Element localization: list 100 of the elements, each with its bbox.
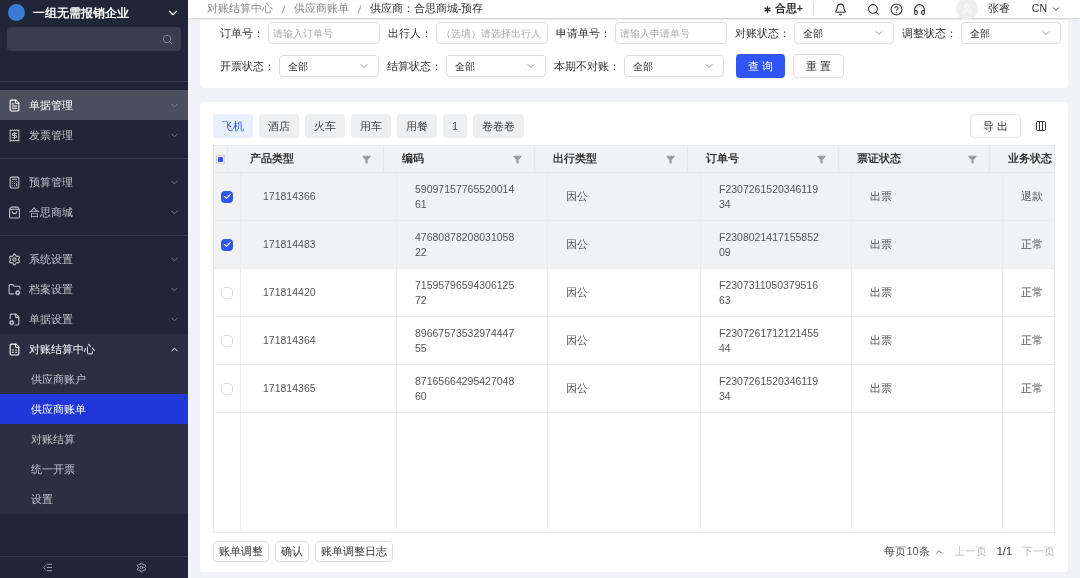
table-cell-text: F230802141715585209 bbox=[719, 229, 820, 260]
page-size-selector[interactable]: 每页10条 bbox=[884, 543, 944, 560]
language-selector[interactable]: CN bbox=[1031, 1, 1061, 17]
row-checkbox[interactable] bbox=[221, 334, 233, 347]
select-field[interactable]: 全部 bbox=[794, 22, 894, 44]
category-tab[interactable]: 用车 bbox=[351, 114, 391, 138]
bell-icon[interactable] bbox=[833, 2, 847, 16]
row-checkbox[interactable] bbox=[221, 190, 233, 203]
gear-icon bbox=[8, 252, 21, 266]
table-row[interactable]: 171814420 7159579659430612572 因公 F230731105037951663 出票 正常 bbox=[214, 269, 1054, 317]
user-name[interactable]: 张睿 bbox=[987, 1, 1010, 17]
table-cell: 正常 bbox=[1021, 237, 1043, 252]
table-cell: 因公 bbox=[566, 381, 588, 396]
sidebar-item[interactable]: 单据设置 bbox=[0, 304, 188, 334]
folder-icon bbox=[8, 282, 21, 296]
breadcrumb-item[interactable]: 供应商账单 bbox=[294, 1, 349, 17]
sidebar-subitem[interactable]: 统一开票 bbox=[0, 454, 188, 484]
input-field[interactable]: （选填）请选择出行人 bbox=[436, 22, 548, 44]
query-button[interactable]: 查 询 bbox=[736, 54, 786, 78]
category-tab[interactable]: 飞机 bbox=[213, 114, 253, 138]
brand-link[interactable]: 合思+ bbox=[761, 1, 803, 17]
filter-label: 申请单号： bbox=[556, 25, 611, 41]
category-tab[interactable]: 1 bbox=[443, 114, 468, 138]
sidebar-item[interactable]: 档案设置 bbox=[0, 274, 188, 304]
sidebar-item[interactable]: 系统设置 bbox=[0, 244, 188, 274]
table-cell-text: 7159579659430612572 bbox=[415, 277, 516, 308]
table-cell: 正常 bbox=[1021, 285, 1043, 300]
export-button[interactable]: 导 出 bbox=[969, 114, 1021, 138]
sidebar-subitem[interactable]: 供应商账户 bbox=[0, 364, 188, 394]
sidebar-item[interactable]: 预算管理 bbox=[0, 167, 188, 197]
sidebar-item[interactable]: 合思商城 bbox=[0, 197, 188, 227]
category-tab[interactable]: 用餐 bbox=[397, 114, 437, 138]
column-header: 产品类型 bbox=[250, 151, 294, 167]
select-field[interactable]: 全部 bbox=[446, 55, 546, 77]
spreadsheet-icon bbox=[8, 342, 21, 356]
table-cell-text: 5909715776552001461 bbox=[415, 181, 516, 212]
filter-icon[interactable] bbox=[362, 154, 371, 164]
breadcrumb-item[interactable]: 对账结算中心 bbox=[207, 1, 273, 17]
column-header: 业务状态 bbox=[1008, 151, 1052, 167]
table-cell: 因公 bbox=[566, 285, 588, 300]
sidebar-subitem[interactable]: 供应商账单 bbox=[0, 394, 188, 424]
settings-icon[interactable] bbox=[135, 562, 147, 573]
search-icon bbox=[162, 33, 173, 45]
sidebar-item[interactable]: 单据管理 bbox=[0, 90, 188, 120]
sidebar-subitem[interactable]: 设置 bbox=[0, 484, 188, 514]
company-name[interactable]: 一组无需报销企业 bbox=[33, 3, 158, 22]
file-icon bbox=[8, 312, 21, 326]
table-cell: 出票 bbox=[870, 285, 892, 300]
select-field[interactable]: 全部 bbox=[624, 55, 724, 77]
table-cell-text: F230731105037951663 bbox=[719, 277, 820, 308]
table-row[interactable]: 171814483 4768087820803105822 因公 F230802141715585209 出票 正常 bbox=[214, 221, 1054, 269]
filter-label: 开票状态： bbox=[220, 58, 275, 74]
category-tab[interactable]: 酒店 bbox=[259, 114, 299, 138]
sidebar-item[interactable]: 发票管理 bbox=[0, 120, 188, 150]
calculator-icon bbox=[8, 175, 21, 189]
filter-label: 调整状态： bbox=[902, 25, 957, 41]
reset-button[interactable]: 重 置 bbox=[793, 54, 845, 78]
help-icon[interactable] bbox=[889, 2, 903, 16]
table-cell: 因公 bbox=[566, 237, 588, 252]
chevron-icon bbox=[1051, 4, 1061, 14]
category-tab[interactable]: 卷卷卷 bbox=[473, 114, 525, 138]
input-field[interactable]: 请输入申请单号 bbox=[615, 22, 727, 44]
row-checkbox[interactable] bbox=[221, 238, 233, 251]
table-cell-text: 8716566429542704860 bbox=[415, 373, 516, 404]
table-cell: 171814420 bbox=[263, 285, 316, 300]
row-checkbox[interactable] bbox=[221, 382, 233, 395]
category-tab[interactable]: 火车 bbox=[305, 114, 345, 138]
search-icon[interactable] bbox=[866, 2, 880, 16]
headset-icon[interactable] bbox=[912, 2, 926, 16]
filter-label: 本期不对账： bbox=[554, 58, 620, 74]
filter-icon[interactable] bbox=[666, 154, 675, 164]
filter-label: 对账状态： bbox=[735, 25, 790, 41]
sidebar-subitem[interactable]: 对账结算 bbox=[0, 424, 188, 454]
column-header: 编码 bbox=[402, 151, 424, 167]
breadcrumb-separator bbox=[357, 4, 362, 14]
table-row[interactable]: 171814364 8966757353297444755 因公 F230726171212145544 出票 正常 bbox=[214, 317, 1054, 365]
table-row[interactable]: 171814366 5909715776552001461 因公 F230726152034611934 出票 退款 bbox=[214, 173, 1054, 221]
table-cell: 因公 bbox=[566, 189, 588, 204]
collapse-icon[interactable] bbox=[41, 562, 53, 573]
table-cell-text: F230726171212145544 bbox=[719, 325, 820, 356]
table-cell: 出票 bbox=[870, 189, 892, 204]
column-header: 出行类型 bbox=[553, 151, 597, 167]
filter-icon[interactable] bbox=[968, 154, 977, 164]
receipt-icon bbox=[8, 128, 21, 142]
select-field[interactable]: 全部 bbox=[961, 22, 1061, 44]
sidebar-item[interactable]: 对账结算中心 bbox=[0, 334, 188, 364]
table-cell: 退款 bbox=[1021, 189, 1043, 204]
columns-icon[interactable] bbox=[1035, 120, 1047, 132]
action-button[interactable]: 账单调整 bbox=[213, 541, 269, 562]
filter-icon[interactable] bbox=[513, 154, 522, 164]
select-all-checkbox[interactable] bbox=[216, 154, 225, 164]
filter-icon[interactable] bbox=[817, 154, 826, 164]
select-field[interactable]: 全部 bbox=[279, 55, 379, 77]
table-cell: 171814366 bbox=[263, 189, 316, 204]
table-row[interactable]: 171814365 8716566429542704860 因公 F230726152034611934 出票 正常 bbox=[214, 365, 1054, 413]
row-checkbox[interactable] bbox=[221, 286, 233, 299]
search-field[interactable] bbox=[7, 27, 181, 51]
action-button[interactable]: 账单调整日志 bbox=[315, 541, 393, 562]
input-field[interactable]: 请输入订单号 bbox=[268, 22, 380, 44]
action-button[interactable]: 确认 bbox=[275, 541, 309, 562]
